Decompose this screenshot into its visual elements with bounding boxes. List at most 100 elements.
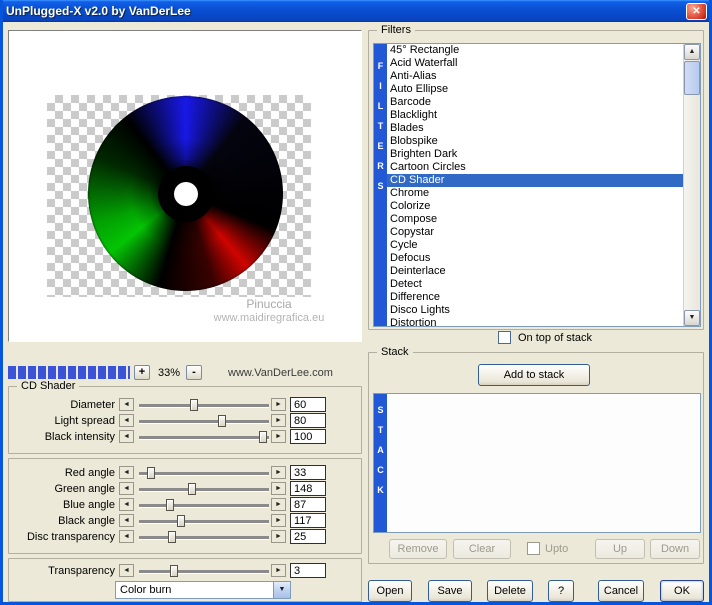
filter-item[interactable]: Detect (387, 278, 683, 291)
slider-thumb[interactable] (146, 467, 155, 479)
slider-right-arrow-icon[interactable]: ► (271, 414, 286, 427)
slider-right-arrow-icon[interactable]: ► (271, 430, 286, 443)
slider-right-arrow-icon[interactable]: ► (271, 564, 286, 577)
filter-item[interactable]: Cycle (387, 239, 683, 252)
slider-left-arrow-icon[interactable]: ◄ (119, 466, 134, 479)
filter-item[interactable]: Blacklight (387, 109, 683, 122)
slider-value[interactable]: 87 (290, 497, 326, 512)
slider-right-arrow-icon[interactable]: ► (271, 530, 286, 543)
stack-group: Stack Add to stack STACK Remove Clear Up… (368, 346, 704, 564)
slider-left-arrow-icon[interactable]: ◄ (119, 398, 134, 411)
scroll-up-icon[interactable]: ▲ (684, 44, 700, 60)
filter-item[interactable]: Cartoon Circles (387, 161, 683, 174)
slider-track[interactable] (139, 431, 269, 443)
slider-value[interactable]: 117 (290, 513, 326, 528)
slider-track[interactable] (139, 565, 269, 577)
slider-track[interactable] (139, 515, 269, 527)
slider-left-arrow-icon[interactable]: ◄ (119, 414, 134, 427)
filter-item[interactable]: Distortion (387, 317, 683, 326)
cancel-button[interactable]: Cancel (598, 580, 644, 602)
slider-left-arrow-icon[interactable]: ◄ (119, 430, 134, 443)
slider-right-arrow-icon[interactable]: ► (271, 514, 286, 527)
slider-left-arrow-icon[interactable]: ◄ (119, 514, 134, 527)
slider-right-arrow-icon[interactable]: ► (271, 482, 286, 495)
slider-right-arrow-icon[interactable]: ► (271, 466, 286, 479)
slider-value[interactable]: 33 (290, 465, 326, 480)
down-button[interactable]: Down (650, 539, 700, 559)
vendor-website-link[interactable]: www.VanDerLee.com (228, 367, 333, 379)
filter-item[interactable]: Acid Waterfall (387, 57, 683, 70)
slider-left-arrow-icon[interactable]: ◄ (119, 482, 134, 495)
preview-panel[interactable]: Pinuccia www.maidiregrafica.eu (8, 30, 362, 342)
slider-label: Red angle (64, 467, 115, 479)
slider-track[interactable] (139, 499, 269, 511)
on-top-of-stack-checkbox[interactable] (498, 331, 511, 344)
add-to-stack-button[interactable]: Add to stack (478, 364, 590, 386)
up-button[interactable]: Up (595, 539, 645, 559)
filter-item[interactable]: Blobspike (387, 135, 683, 148)
filter-item[interactable]: Auto Ellipse (387, 83, 683, 96)
filter-item[interactable]: Brighten Dark (387, 148, 683, 161)
slider-thumb[interactable] (167, 531, 176, 543)
filter-item[interactable]: Compose (387, 213, 683, 226)
filter-item[interactable]: Blades (387, 122, 683, 135)
filter-item[interactable]: Disco Lights (387, 304, 683, 317)
slider-left-arrow-icon[interactable]: ◄ (119, 498, 134, 511)
slider-thumb[interactable] (258, 431, 267, 443)
filter-item[interactable]: CD Shader (387, 174, 683, 187)
ok-button[interactable]: OK (660, 580, 704, 602)
scrollbar-thumb[interactable] (684, 61, 700, 95)
slider-track[interactable] (139, 531, 269, 543)
slider-track[interactable] (139, 415, 269, 427)
filter-item[interactable]: Defocus (387, 252, 683, 265)
slider-thumb[interactable] (218, 415, 227, 427)
clear-button[interactable]: Clear (453, 539, 511, 559)
slider-right-arrow-icon[interactable]: ► (271, 398, 286, 411)
slider-track[interactable] (139, 399, 269, 411)
slider-left-arrow-icon[interactable]: ◄ (119, 564, 134, 577)
window-title: UnPlugged-X v2.0 by VanDerLee (6, 4, 191, 18)
upto-checkbox[interactable] (527, 542, 540, 555)
chevron-down-icon[interactable]: ▼ (273, 582, 290, 598)
filter-item[interactable]: Difference (387, 291, 683, 304)
slider-left-arrow-icon[interactable]: ◄ (119, 530, 134, 543)
slider-thumb[interactable] (189, 399, 198, 411)
filter-item[interactable]: Anti-Alias (387, 70, 683, 83)
slider-thumb[interactable] (188, 483, 197, 495)
slider-row: Black angle ◄ ► 117 (9, 513, 361, 529)
blend-mode-select[interactable]: Color burn ▼ (115, 581, 291, 599)
filter-item[interactable]: Deinterlace (387, 265, 683, 278)
slider-value[interactable]: 100 (290, 429, 326, 444)
filter-item[interactable]: Colorize (387, 200, 683, 213)
slider-value[interactable]: 60 (290, 397, 326, 412)
filter-scrollbar[interactable]: ▲ ▼ (683, 44, 700, 326)
slider-right-arrow-icon[interactable]: ► (271, 498, 286, 511)
filter-list[interactable]: 45° Rectangle Acid Waterfall Anti-Alias Aut… (387, 44, 683, 326)
filter-item[interactable]: Copystar (387, 226, 683, 239)
slider-label: Green angle (54, 483, 115, 495)
slider-value[interactable]: 3 (290, 563, 326, 578)
filter-item[interactable]: Barcode (387, 96, 683, 109)
scroll-down-icon[interactable]: ▼ (684, 310, 700, 326)
slider-value[interactable]: 148 (290, 481, 326, 496)
slider-track[interactable] (139, 483, 269, 495)
slider-thumb[interactable] (176, 515, 185, 527)
delete-button[interactable]: Delete (487, 580, 533, 602)
slider-value[interactable]: 80 (290, 413, 326, 428)
slider-thumb[interactable] (166, 499, 175, 511)
slider-value[interactable]: 25 (290, 529, 326, 544)
stack-list[interactable] (387, 394, 700, 532)
remove-button[interactable]: Remove (389, 539, 447, 559)
filter-item[interactable]: Chrome (387, 187, 683, 200)
titlebar[interactable]: UnPlugged-X v2.0 by VanDerLee (0, 0, 712, 22)
slider-thumb[interactable] (170, 565, 179, 577)
zoom-out-button[interactable]: - (186, 365, 202, 380)
filter-item[interactable]: 45° Rectangle (387, 44, 683, 57)
open-button[interactable]: Open (368, 580, 412, 602)
save-button[interactable]: Save (428, 580, 472, 602)
close-button[interactable]: ✕ (686, 3, 707, 20)
slider-track[interactable] (139, 467, 269, 479)
preview-image[interactable] (47, 95, 311, 297)
help-button[interactable]: ? (548, 580, 574, 602)
zoom-in-button[interactable]: + (134, 365, 150, 380)
